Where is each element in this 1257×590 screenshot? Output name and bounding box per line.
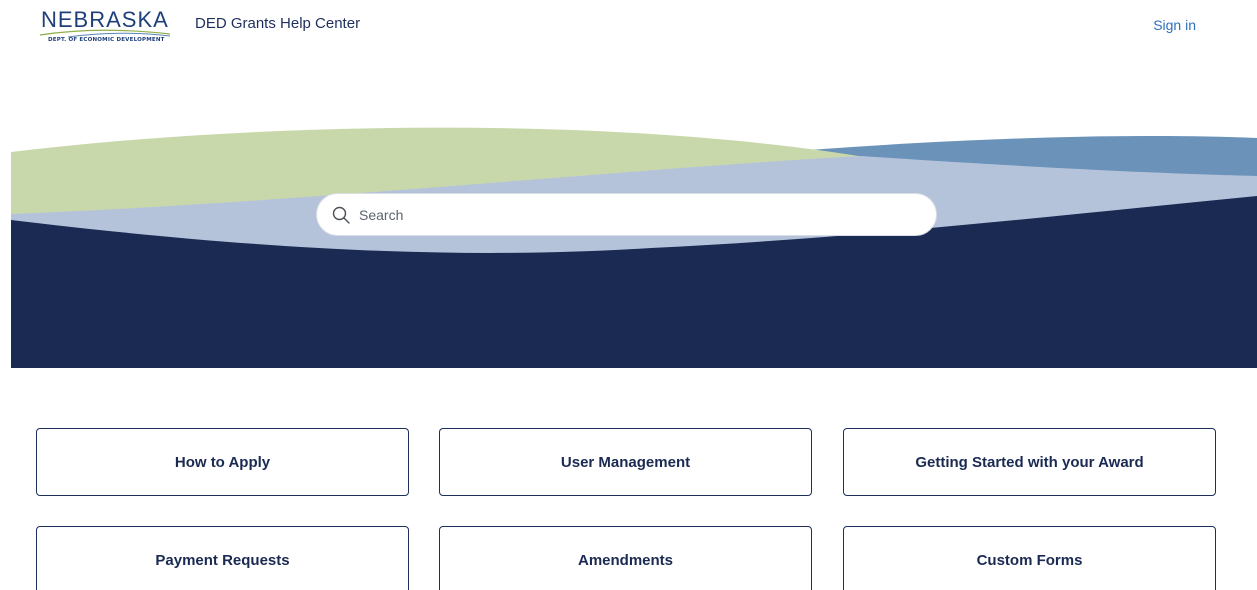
hero-banner: [11, 110, 1257, 368]
category-amendments[interactable]: Amendments: [439, 526, 812, 590]
category-label: Amendments: [577, 551, 674, 569]
search-input[interactable]: [359, 200, 919, 230]
nebraska-ded-logo[interactable]: NEBRASKA DEPT. OF ECONOMIC DEVELOPMENT: [38, 8, 172, 48]
logo-swoosh-icon: [39, 29, 171, 38]
category-label: How to Apply: [174, 453, 271, 471]
sign-in-link[interactable]: Sign in: [1153, 17, 1196, 33]
site-header: NEBRASKA DEPT. OF ECONOMIC DEVELOPMENT D…: [0, 0, 1257, 60]
category-label: Payment Requests: [155, 551, 290, 569]
search-bar[interactable]: [316, 193, 937, 236]
category-custom-forms[interactable]: Custom Forms: [843, 526, 1216, 590]
logo-subtext: DEPT. OF ECONOMIC DEVELOPMENT: [48, 37, 165, 43]
category-label: Getting Started with your Award: [915, 453, 1144, 471]
wave-background: [11, 127, 1257, 368]
category-payment-requests[interactable]: Payment Requests: [36, 526, 409, 590]
category-getting-started[interactable]: Getting Started with your Award: [843, 428, 1216, 496]
category-label: User Management: [560, 453, 691, 471]
site-title[interactable]: DED Grants Help Center: [195, 15, 360, 32]
search-icon: [332, 206, 350, 224]
category-user-management[interactable]: User Management: [439, 428, 812, 496]
category-label: Custom Forms: [976, 551, 1083, 569]
category-how-to-apply[interactable]: How to Apply: [36, 428, 409, 496]
